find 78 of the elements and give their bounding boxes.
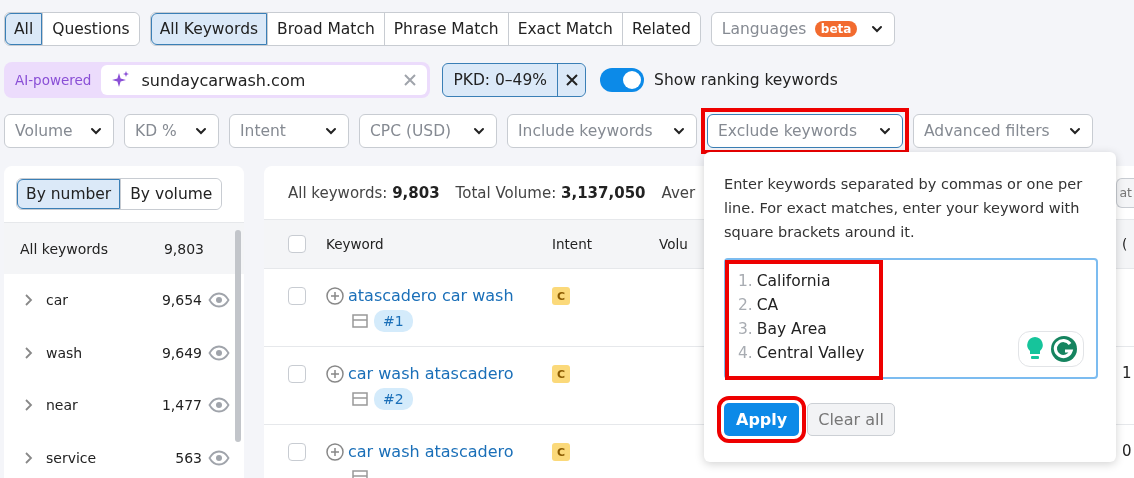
beta-badge: beta xyxy=(814,21,858,37)
keyword-link[interactable]: atascadero car wash xyxy=(348,286,514,305)
intent-badge: C xyxy=(552,365,570,383)
table-cell: 1 xyxy=(1122,364,1132,382)
match-tab[interactable]: Related xyxy=(621,13,700,45)
summary-stat: Aver xyxy=(661,183,696,202)
writing-assistant-icons[interactable] xyxy=(1018,331,1084,367)
row-checkbox[interactable] xyxy=(288,365,306,383)
chevron-right-icon[interactable] xyxy=(24,345,34,360)
keywords-textarea[interactable]: 1. California 2. CA 3. Bay Area 4. Central Valley xyxy=(724,258,1098,379)
add-icon[interactable] xyxy=(326,443,344,461)
select-all-checkbox[interactable] xyxy=(288,235,306,253)
add-icon[interactable] xyxy=(326,287,344,305)
clear-all-button[interactable]: Clear all xyxy=(807,403,895,436)
serp-icon[interactable] xyxy=(352,313,368,328)
sort-mode-tab[interactable]: By volume xyxy=(120,179,222,209)
group-count: 9,654 xyxy=(161,292,202,309)
scope-tab[interactable]: All xyxy=(5,13,43,45)
intent-badge: C xyxy=(552,443,570,461)
languages-dropdown[interactable]: Languages beta xyxy=(710,12,895,46)
rank-badge: #1 xyxy=(374,309,413,332)
partial-button[interactable]: at xyxy=(1116,177,1134,208)
keyword-link[interactable]: car wash atascadero xyxy=(348,442,514,461)
close-icon xyxy=(565,74,578,86)
column-header: Intent xyxy=(552,236,593,252)
add-icon[interactable] xyxy=(326,365,344,383)
group-label[interactable]: wash xyxy=(46,344,162,361)
column-header: Volu xyxy=(659,236,689,252)
help-text: Enter keywords separated by commas or one per line. For exact matches, enter your keyword with square brackets around it. xyxy=(724,175,1084,242)
all-keywords-row[interactable]: All keywords 9,803 xyxy=(4,223,244,274)
domain-search-field[interactable]: sundaycarwash.com xyxy=(101,65,428,95)
filter-dropdown[interactable]: Exclude keywords xyxy=(707,113,903,148)
keyword-line: 2. CA xyxy=(738,295,780,316)
summary-stat: All keywords: 9,803 xyxy=(288,183,440,202)
eye-icon[interactable] xyxy=(208,344,230,361)
toggle-label: Show ranking keywords xyxy=(654,71,838,89)
chevron-right-icon[interactable] xyxy=(24,398,34,413)
ai-powered-label: AI-powered xyxy=(14,72,93,88)
keyword-line: 4. Central Valley xyxy=(738,343,865,364)
scope-tab[interactable]: Questions xyxy=(42,13,139,45)
match-tab[interactable]: All Keywords xyxy=(150,13,268,45)
domain-input[interactable]: sundaycarwash.com xyxy=(139,69,396,91)
pkd-label: PKD: 0–49% xyxy=(452,70,549,91)
scrollbar[interactable] xyxy=(235,230,241,442)
eye-icon[interactable] xyxy=(208,397,230,414)
keyword-link[interactable]: car wash atascadero xyxy=(348,364,514,383)
group-count: 9,649 xyxy=(161,344,202,361)
table-cell: 0 xyxy=(1122,442,1132,460)
chevron-right-icon[interactable] xyxy=(24,293,34,308)
group-count: 9,803 xyxy=(163,240,204,257)
group-count: 1,477 xyxy=(161,397,202,414)
column-header: ( xyxy=(1122,236,1129,252)
filter-dropdown[interactable]: Advanced filters xyxy=(913,113,1093,148)
filter-dropdown[interactable]: KD % xyxy=(124,113,219,148)
group-label[interactable]: car xyxy=(46,292,162,309)
group-label[interactable]: near xyxy=(46,397,162,414)
filter-dropdown[interactable]: CPC (USD) xyxy=(359,113,497,148)
keyword-line: 1. California xyxy=(738,271,832,292)
serp-icon[interactable] xyxy=(352,391,368,406)
column-header: Keyword xyxy=(326,236,385,252)
rank-badge: #2 xyxy=(374,387,413,410)
group-label: All keywords xyxy=(20,240,109,257)
remove-filter-button[interactable] xyxy=(557,64,586,96)
eye-icon[interactable] xyxy=(208,292,230,309)
row-checkbox[interactable] xyxy=(288,443,306,461)
keyword-line: 3. Bay Area xyxy=(738,319,828,340)
eye-icon[interactable] xyxy=(208,449,230,466)
group-label[interactable]: service xyxy=(46,449,176,466)
summary-stat: Total Volume: 3,137,050 xyxy=(455,183,646,202)
chevron-right-icon[interactable] xyxy=(24,450,34,465)
sort-mode-tab[interactable]: By number xyxy=(17,179,121,209)
filter-dropdown[interactable]: Volume xyxy=(4,113,114,148)
ranking-toggle[interactable] xyxy=(600,68,645,92)
filter-dropdown[interactable]: Include keywords xyxy=(507,113,697,148)
row-checkbox[interactable] xyxy=(288,287,306,305)
group-count: 563 xyxy=(175,449,202,466)
intent-badge: C xyxy=(552,287,570,305)
close-icon[interactable] xyxy=(403,73,418,87)
